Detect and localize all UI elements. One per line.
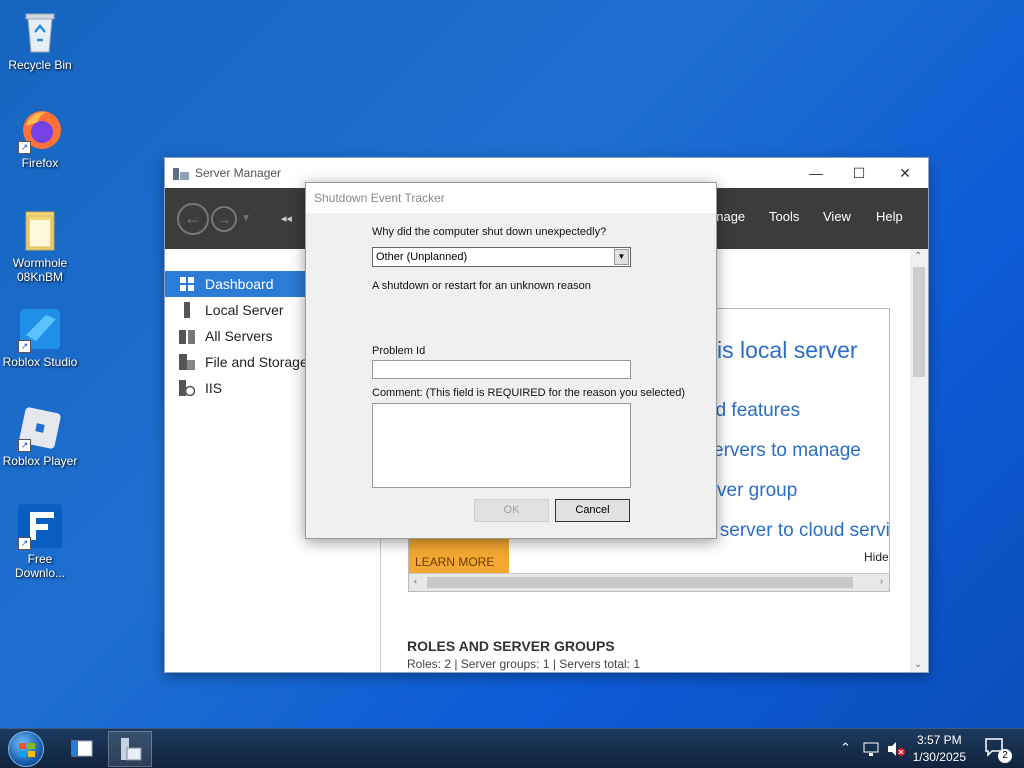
welcome-heading: is local server <box>717 337 858 363</box>
problem-id-label: Problem Id <box>372 345 426 357</box>
shutdown-event-tracker-dialog: Shutdown Event Tracker Why did the compu… <box>305 182 717 539</box>
taskbar-item-desktop[interactable] <box>60 731 104 767</box>
scrollbar-thumb[interactable] <box>913 267 925 377</box>
desktop-icon-label: Downlo... <box>14 566 66 580</box>
desktop-icon-roblox-player[interactable]: ↗ Roblox Player <box>2 404 78 468</box>
shortcut-arrow-icon: ↗ <box>18 439 31 452</box>
window-icon <box>71 740 93 757</box>
desktop-icon-label: 08KnBM <box>16 270 64 284</box>
reason-description: A shutdown or restart for an unknown rea… <box>372 280 591 292</box>
desktop-icon-label: Recycle Bin <box>8 58 72 72</box>
scrollbar-thumb[interactable] <box>427 577 853 588</box>
clock[interactable]: 3:57 PM 1/30/2025 <box>913 732 966 766</box>
link-add-servers[interactable]: ervers to manage <box>713 440 861 462</box>
arrow-left-icon: ← <box>184 208 202 228</box>
shortcut-arrow-icon: ↗ <box>18 340 31 353</box>
menu-help[interactable]: Help <box>876 209 903 224</box>
desktop-icon-label: Wormhole <box>12 256 68 270</box>
shutdown-reason-select[interactable]: Other (Unplanned) ▼ <box>372 247 631 267</box>
desktop-icon-free-download[interactable]: ↗ Free Downlo... <box>2 502 78 580</box>
comment-label: Comment: (This field is REQUIRED for the… <box>372 387 686 399</box>
shortcut-arrow-icon: ↗ <box>18 537 31 550</box>
dashboard-icon <box>180 277 194 291</box>
minimize-button[interactable]: — <box>793 158 839 188</box>
problem-id-input[interactable] <box>372 360 631 379</box>
chevron-down-icon[interactable]: ▼ <box>614 249 629 265</box>
firefox-icon: ↗ <box>16 106 64 154</box>
roles-section-title: ROLES AND SERVER GROUPS <box>407 638 615 654</box>
roles-summary: Roles: 2 | Server groups: 1 | Servers to… <box>407 657 641 671</box>
scroll-down-icon[interactable]: ⌄ <box>914 659 922 670</box>
roblox-studio-icon: ↗ <box>16 305 64 353</box>
roblox-player-icon: ↗ <box>16 404 64 452</box>
history-dropdown-icon[interactable]: ▼ <box>241 213 251 224</box>
notification-count-badge: 2 <box>998 749 1012 763</box>
desktop-icon-label: Firefox <box>21 156 59 170</box>
sidebar-item-label: IIS <box>205 380 223 396</box>
cancel-button[interactable]: Cancel <box>555 499 630 522</box>
clock-date: 1/30/2025 <box>912 750 966 764</box>
horizontal-scrollbar[interactable]: ‹ › <box>409 573 889 591</box>
server-manager-icon <box>173 168 189 180</box>
dialog-title[interactable]: Shutdown Event Tracker <box>306 183 716 213</box>
link-create-group[interactable]: ver group <box>717 480 797 502</box>
shutdown-question-label: Why did the computer shut down unexpecte… <box>372 226 607 238</box>
hide-link[interactable]: Hide <box>864 550 889 564</box>
volume-muted-icon[interactable] <box>886 741 906 757</box>
menu-tools[interactable]: Tools <box>769 209 799 224</box>
desktop-icon-recycle-bin[interactable]: Recycle Bin <box>2 8 78 72</box>
network-icon[interactable] <box>862 741 880 757</box>
scroll-up-icon[interactable]: ⌃ <box>914 251 922 262</box>
show-hidden-icons-icon[interactable]: ⌃ <box>840 740 851 756</box>
start-button[interactable] <box>8 731 44 767</box>
window-title: Server Manager <box>195 166 282 180</box>
iis-icon <box>179 380 195 396</box>
ok-button[interactable]: OK <box>474 499 549 522</box>
forward-button[interactable]: → <box>211 205 237 232</box>
desktop-icon-label: Roblox Player <box>2 454 78 468</box>
servers-icon <box>179 330 195 344</box>
sidebar-item-label: File and Storage <box>205 354 308 370</box>
server-manager-icon <box>121 738 142 761</box>
arrow-right-icon: → <box>217 210 231 227</box>
sidebar-item-label: Local Server <box>205 302 284 318</box>
free-download-manager-icon: ↗ <box>16 502 64 550</box>
maximize-button[interactable]: ☐ <box>836 158 882 188</box>
comment-textarea[interactable] <box>372 403 631 488</box>
link-add-roles[interactable]: nd features <box>705 400 800 422</box>
shortcut-arrow-icon: ↗ <box>18 141 31 154</box>
link-cloud-services[interactable]: s server to cloud servic <box>705 520 889 542</box>
vertical-scrollbar[interactable]: ⌃ ⌄ <box>910 249 928 672</box>
desktop-icon-wormhole[interactable]: Wormhole 08KnBM <box>2 206 78 284</box>
notification-center-button[interactable]: 2 <box>984 737 1012 763</box>
taskbar: ⌃ 3:57 PM 1/30/2025 2 <box>0 728 1024 768</box>
server-icon <box>184 302 190 318</box>
menu-view[interactable]: View <box>823 209 851 224</box>
shutdown-reason-value: Other (Unplanned) <box>376 251 468 263</box>
taskbar-item-server-manager[interactable] <box>108 731 152 767</box>
sidebar-item-label: Dashboard <box>205 276 274 292</box>
recycle-bin-icon <box>16 8 64 56</box>
desktop-icon-roblox-studio[interactable]: ↗ Roblox Studio <box>2 305 78 369</box>
desktop-icon-label: Roblox Studio <box>2 355 78 369</box>
back-button[interactable]: ← <box>177 202 209 235</box>
storage-icon <box>179 354 195 370</box>
sidebar-item-label: All Servers <box>205 328 273 344</box>
scroll-left-icon[interactable]: ‹ <box>414 576 417 586</box>
close-button[interactable]: ✕ <box>882 158 928 188</box>
clock-time: 3:57 PM <box>916 733 962 747</box>
windows-logo-icon <box>19 743 35 757</box>
desktop-icon-label: Free <box>27 552 53 566</box>
desktop-icon-firefox[interactable]: ↗ Firefox <box>2 106 78 170</box>
breadcrumb-arrows-icon: ◂◂ <box>280 213 292 225</box>
scroll-right-icon[interactable]: › <box>880 576 883 586</box>
folder-icon <box>16 206 64 254</box>
